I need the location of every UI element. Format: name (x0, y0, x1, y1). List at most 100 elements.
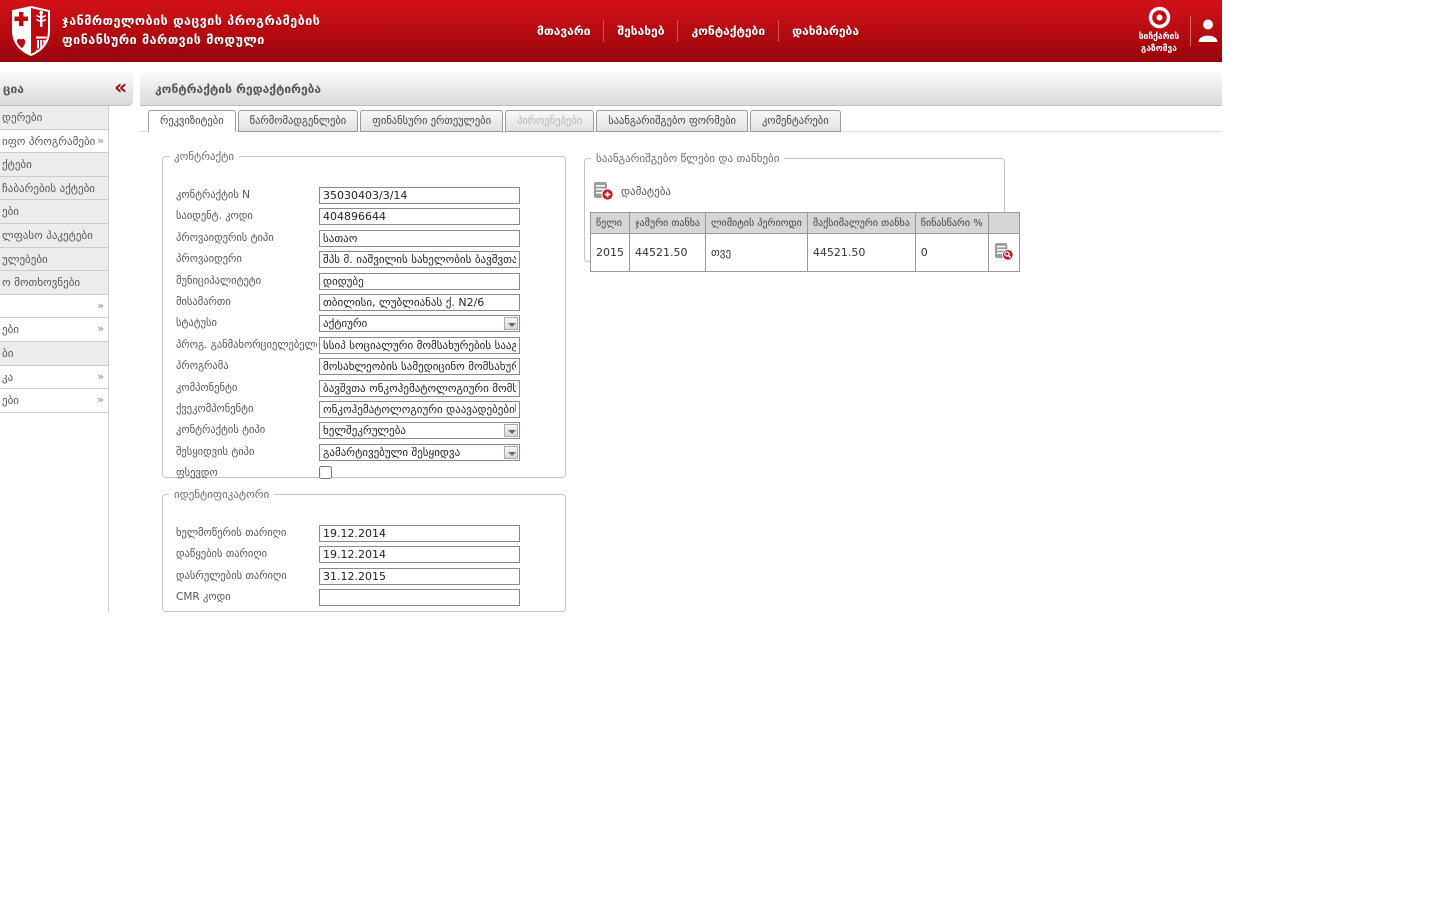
procurement-type-select-value: გამარტივებული შესყიდვა (323, 445, 461, 459)
program-input[interactable] (319, 358, 520, 376)
sidebar-item-7[interactable]: ო მოთხოვნები (0, 271, 108, 295)
years-table-header-row: წელი ჯამური თანხა ლიმიტის პერიოდი მაქსიმალუ… (590, 212, 1020, 234)
brand-title: ჯანმრთელობის დაცვის პროგრამების ფინანსურ… (62, 11, 320, 49)
field-row-provider: პროვაიდერი (163, 251, 565, 269)
sidebar-item-3[interactable]: ჩაბარების აქტები (0, 176, 108, 201)
tab-0[interactable]: რეკვიზიტები (148, 110, 236, 132)
col-header-advance-percent: წინასწარი % (914, 212, 989, 234)
program-implementer-input[interactable] (319, 336, 520, 354)
procurement-type-select[interactable]: გამარტივებული შესყიდვა (319, 443, 520, 461)
tab-2[interactable]: ფინანსური ერთეულები (360, 110, 504, 132)
sidebar-item-10[interactable]: ბი (0, 341, 108, 366)
provider-type-label: პროვაიდერის ტიპი (176, 231, 274, 244)
nav-item-0[interactable]: მთავარი (524, 20, 603, 42)
cell-advance-percent: 0 (914, 233, 989, 272)
ministry-shield-logo-icon (10, 5, 52, 60)
tab-4[interactable]: საანგარიშგებო ფორმები (596, 110, 748, 132)
sidebar-item-label: ულებები (2, 252, 48, 266)
end-date-label: დასრულების თარიღი (176, 569, 287, 582)
field-row-signing-date: ხელმოწერის თარიღი (163, 525, 565, 542)
sidebar-item-5[interactable]: ლფასო პაკეტები (0, 223, 108, 248)
subcomponent-input[interactable] (319, 401, 520, 418)
sidebar-item-label: კა (2, 370, 14, 384)
col-header-actions (987, 212, 1020, 234)
cell-max-amount: 44521.50 (806, 233, 916, 272)
dropdown-arrow-icon[interactable] (504, 424, 518, 438)
speed-test-button[interactable]: სიჩქარის გაზომვა (1131, 6, 1187, 55)
tab-1[interactable]: წარმომადგენლები (237, 110, 359, 132)
nav-item-2[interactable]: კონტაქტები (677, 20, 778, 42)
dropdown-arrow-icon[interactable] (504, 317, 518, 331)
contract-number-label: კონტრაქტის N (176, 189, 251, 201)
program-label: პროგრამა (176, 360, 229, 373)
contract-section: კონტრაქტი კონტრაქტის N საიდენტ. კოდი პროვა… (162, 150, 566, 481)
status-select[interactable]: აქტიური (319, 315, 520, 333)
add-document-icon (594, 182, 614, 201)
add-year-button[interactable]: დამატება (593, 181, 671, 201)
sidebar: დერები იფო პროგრამები» ქტები ჩაბარების აქტე… (0, 106, 109, 612)
sidebar-item-label: იფო პროგრამები (2, 134, 96, 148)
contract-type-select[interactable]: ხელშეკრულება (319, 422, 520, 440)
sidebar-item-11[interactable]: კა » (0, 365, 108, 390)
col-header-max-amount: მაქსიმალური თანხა (806, 212, 916, 234)
sidebar-item-9[interactable]: ები » (0, 318, 108, 342)
sidebar-item-2[interactable]: ქტები (0, 153, 108, 177)
sidebar-item-6[interactable]: ულებები (0, 247, 108, 272)
component-input[interactable] (319, 379, 520, 397)
sidebar-item-label: ები (2, 394, 19, 408)
identifier-section: იდენტიფიკატორი ხელმოწერის თარიღი დაწყების… (162, 488, 566, 612)
sidebar-item-12[interactable]: ები » (0, 389, 108, 413)
nav-item-3[interactable]: დახმარება (778, 20, 872, 42)
cell-year: 2015 (590, 233, 630, 272)
chevron-right-icon: » (97, 393, 104, 407)
address-input[interactable] (319, 294, 520, 311)
speedometer-icon (1148, 6, 1170, 29)
pseudo-label: ფსევდო (176, 467, 218, 480)
sidebar-item-label: ები (2, 323, 19, 337)
main-titlebar: კონტრაქტის რედაქტირება (140, 72, 1222, 106)
sidebar-item-0[interactable]: დერები (0, 106, 108, 130)
sidebar-item-4[interactable]: ები (0, 200, 108, 224)
sidebar-item-1[interactable]: იფო პროგრამები» (0, 129, 108, 154)
sidebar-item-label: დერები (2, 111, 43, 124)
pseudo-checkbox[interactable] (319, 466, 332, 480)
field-row-program-implementer: პროგ. განმახორციელებელი (163, 336, 565, 354)
sidebar-item-8[interactable]: » (0, 294, 108, 319)
sidebar-collapse-button[interactable]: « (114, 75, 127, 99)
signing-date-label: ხელმოწერის თარიღი (176, 527, 287, 539)
tab-5[interactable]: კომენტარები (749, 110, 841, 132)
component-label: კომპონენტი (176, 381, 238, 394)
cmr-code-input[interactable] (319, 589, 520, 607)
col-header-year: წელი (590, 212, 630, 234)
signing-date-input[interactable] (319, 525, 520, 542)
subcomponent-label: ქვეკომპონენტი (176, 403, 254, 415)
tab-strip: რეკვიზიტები წარმომადგენლები ფინანსური ერთე… (148, 110, 841, 132)
nav-item-1[interactable]: შესახებ (603, 20, 677, 42)
user-account-button[interactable] (1196, 17, 1220, 47)
chevron-right-icon: » (97, 322, 104, 336)
app-root: ჯანმრთელობის დაცვის პროგრამების ფინანსურ… (0, 0, 1440, 900)
sidebar-item-label: ლფასო პაკეტები (2, 228, 93, 242)
sidebar-header: ცია « (0, 72, 133, 106)
field-row-address: მისამართი (163, 294, 565, 311)
contract-number-input[interactable] (319, 187, 520, 204)
end-date-input[interactable] (319, 567, 520, 585)
ident-code-input[interactable] (319, 208, 520, 226)
status-select-value: აქტიური (323, 317, 368, 331)
provider-input[interactable] (319, 251, 520, 269)
row-view-button[interactable] (987, 233, 1020, 272)
dropdown-arrow-icon[interactable] (504, 445, 518, 459)
sidebar-item-label: ქტები (2, 158, 32, 172)
sidebar-item-label: ჩაბარების აქტები (2, 181, 95, 195)
municipality-input[interactable] (319, 272, 520, 290)
procurement-type-label: შესყიდვის ტიპი (176, 445, 255, 458)
field-row-pseudo: ფსევდო (163, 465, 565, 481)
field-row-start-date: დაწყების თარიღი (163, 546, 565, 564)
start-date-input[interactable] (319, 546, 520, 564)
years-table: წელი ჯამური თანხა ლიმიტის პერიოდი მაქსიმალუ… (590, 212, 1020, 272)
field-row-status: სტატუსი აქტიური (163, 315, 565, 333)
provider-type-input[interactable] (319, 229, 520, 247)
field-row-municipality: მუნიციპალიტეტი (163, 272, 565, 290)
top-header: ჯანმრთელობის დაცვის პროგრამების ფინანსურ… (0, 0, 1222, 62)
sidebar-item-label: ები (2, 205, 19, 219)
